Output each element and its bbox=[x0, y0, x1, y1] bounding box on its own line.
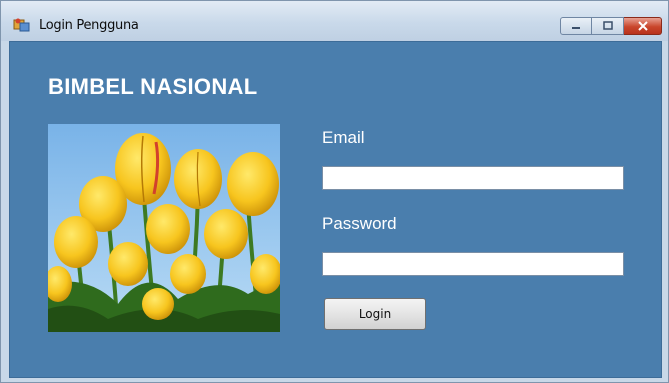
email-field[interactable] bbox=[322, 166, 624, 190]
login-button[interactable]: Login bbox=[324, 298, 426, 330]
title-bar[interactable]: Login Pengguna bbox=[1, 1, 668, 41]
maximize-button[interactable] bbox=[592, 17, 624, 35]
close-button[interactable] bbox=[624, 17, 662, 35]
login-form: BIMBEL NASIONAL Email Password Login bbox=[9, 41, 662, 378]
caption-buttons bbox=[560, 17, 662, 35]
password-field[interactable] bbox=[322, 252, 624, 276]
email-label: Email bbox=[322, 128, 365, 147]
close-icon bbox=[637, 21, 648, 31]
brand-title: BIMBEL NASIONAL bbox=[48, 74, 258, 99]
maximize-icon bbox=[602, 21, 613, 30]
minimize-button[interactable] bbox=[560, 17, 592, 35]
minimize-icon bbox=[572, 27, 580, 29]
app-icon bbox=[13, 18, 30, 32]
window-title: Login Pengguna bbox=[39, 18, 139, 33]
password-label: Password bbox=[322, 214, 397, 233]
tulip-photo bbox=[48, 124, 280, 332]
login-window: Login Pengguna BIMBEL NASIONAL Email Pas… bbox=[0, 0, 669, 383]
